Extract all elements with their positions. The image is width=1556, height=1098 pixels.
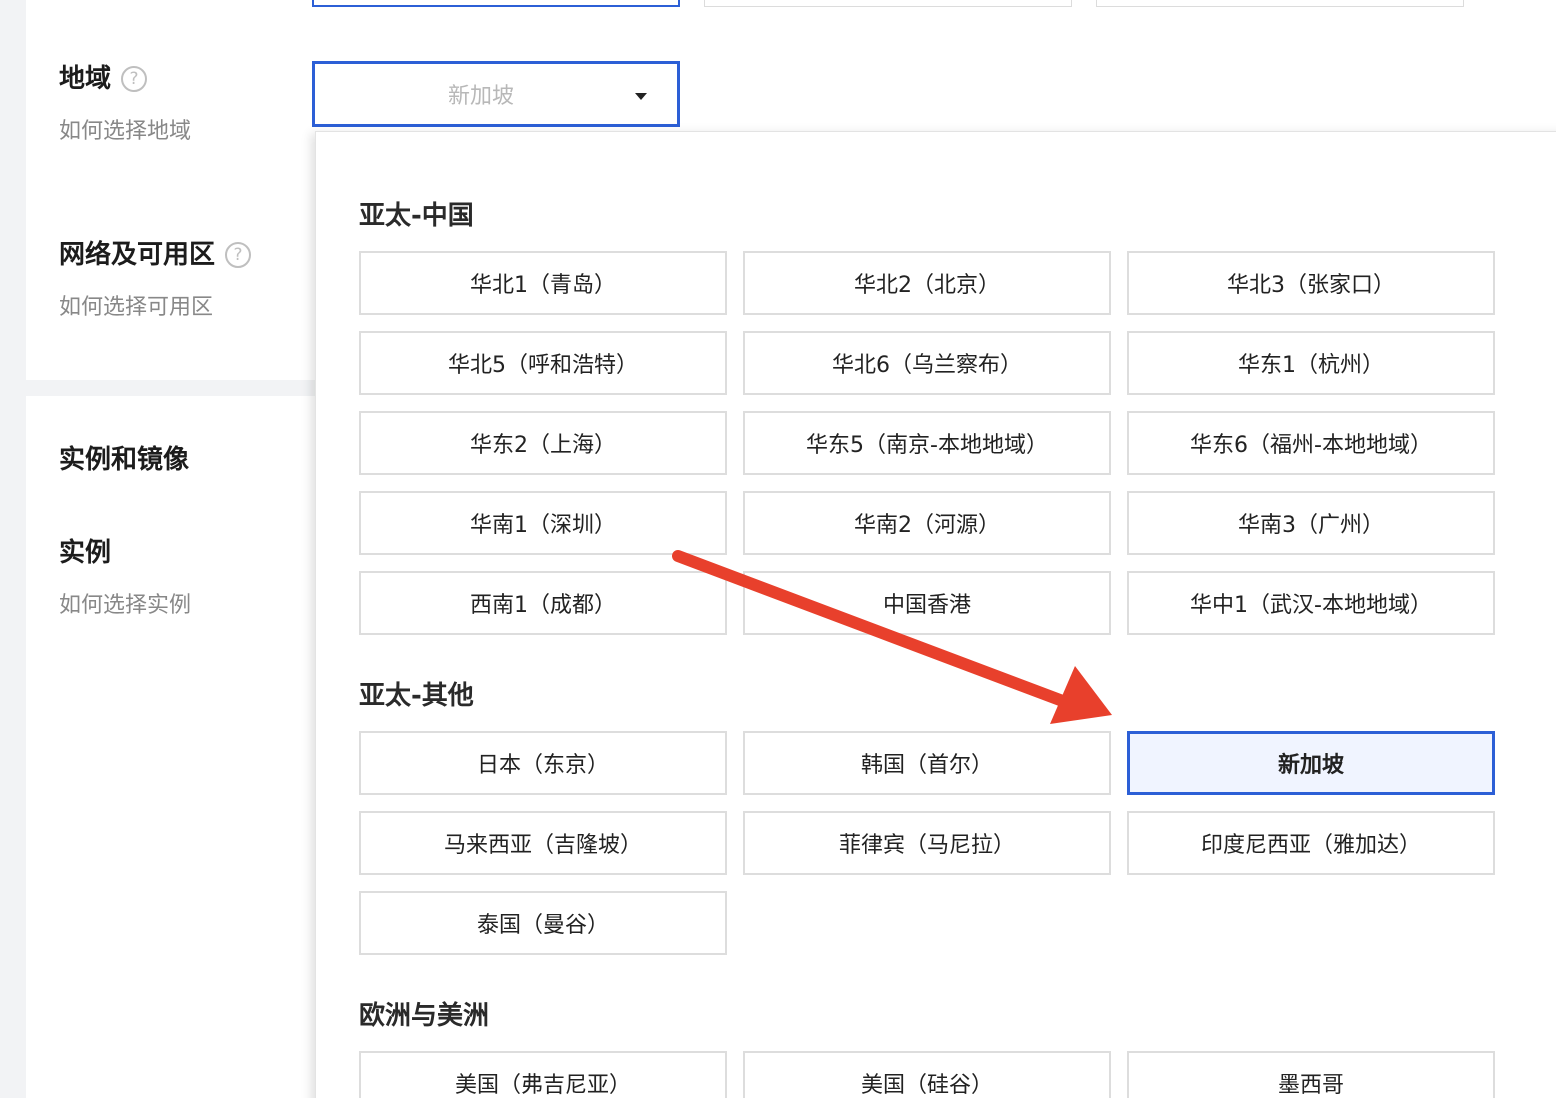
instance-image-section-title: 实例和镜像 [59, 445, 190, 475]
top-option[interactable] [1096, 0, 1464, 7]
region-option[interactable]: 华南2（河源） [743, 491, 1111, 555]
group-title-europe-americas: 欧洲与美洲 [359, 1001, 490, 1031]
region-option[interactable]: 华东5（南京-本地地域） [743, 411, 1111, 475]
region-option[interactable]: 华中1（武汉-本地地域） [1127, 571, 1495, 635]
instance-help-link[interactable]: 如何选择实例 [59, 587, 191, 619]
region-option[interactable]: 华北1（青岛） [359, 251, 727, 315]
network-zone-label: 网络及可用区 ? [59, 242, 252, 268]
group-title-asia-other: 亚太-其他 [359, 681, 474, 711]
caret-down-icon [635, 93, 647, 100]
region-option[interactable]: 马来西亚（吉隆坡） [359, 811, 727, 875]
region-label: 地域 ? [59, 66, 148, 92]
region-option[interactable]: 华北5（呼和浩特） [359, 331, 727, 395]
region-option[interactable]: 美国（硅谷） [743, 1051, 1111, 1098]
region-select-value: 新加坡 [447, 84, 514, 109]
region-option[interactable]: 日本（东京） [359, 731, 727, 795]
region-option-selected[interactable]: 新加坡 [1127, 731, 1495, 795]
region-option[interactable]: 华东1（杭州） [1127, 331, 1495, 395]
region-option[interactable]: 美国（弗吉尼亚） [359, 1051, 727, 1098]
zone-help-link[interactable]: 如何选择可用区 [59, 289, 213, 321]
question-circle-icon[interactable]: ? [121, 66, 148, 92]
top-option[interactable] [704, 0, 1072, 7]
region-option[interactable]: 泰国（曼谷） [359, 891, 727, 955]
region-option[interactable]: 华北3（张家口） [1127, 251, 1495, 315]
question-circle-icon[interactable]: ? [225, 242, 252, 268]
region-option[interactable]: 华东2（上海） [359, 411, 727, 475]
region-option[interactable]: 华北6（乌兰察布） [743, 331, 1111, 395]
region-option[interactable]: 华东6（福州-本地地域） [1127, 411, 1495, 475]
region-option[interactable]: 华南1（深圳） [359, 491, 727, 555]
top-option-selected[interactable] [312, 0, 680, 7]
region-option[interactable]: 西南1（成都） [359, 571, 727, 635]
region-option[interactable]: 韩国（首尔） [743, 731, 1111, 795]
region-option[interactable]: 华南3（广州） [1127, 491, 1495, 555]
instance-label: 实例 [59, 538, 112, 568]
region-help-link[interactable]: 如何选择地域 [59, 113, 191, 145]
region-select[interactable]: 新加坡 [312, 61, 680, 127]
region-option[interactable]: 墨西哥 [1127, 1051, 1495, 1098]
region-dropdown: 亚太-中国 亚太-其他 欧洲与美洲 华北1（青岛） 华北2（北京） 华北3（张家口）… [315, 131, 1556, 1098]
region-option[interactable]: 华北2（北京） [743, 251, 1111, 315]
region-option[interactable]: 中国香港 [743, 571, 1111, 635]
region-option[interactable]: 印度尼西亚（雅加达） [1127, 811, 1495, 875]
group-title-asia-china: 亚太-中国 [359, 201, 474, 231]
region-option[interactable]: 菲律宾（马尼拉） [743, 811, 1111, 875]
